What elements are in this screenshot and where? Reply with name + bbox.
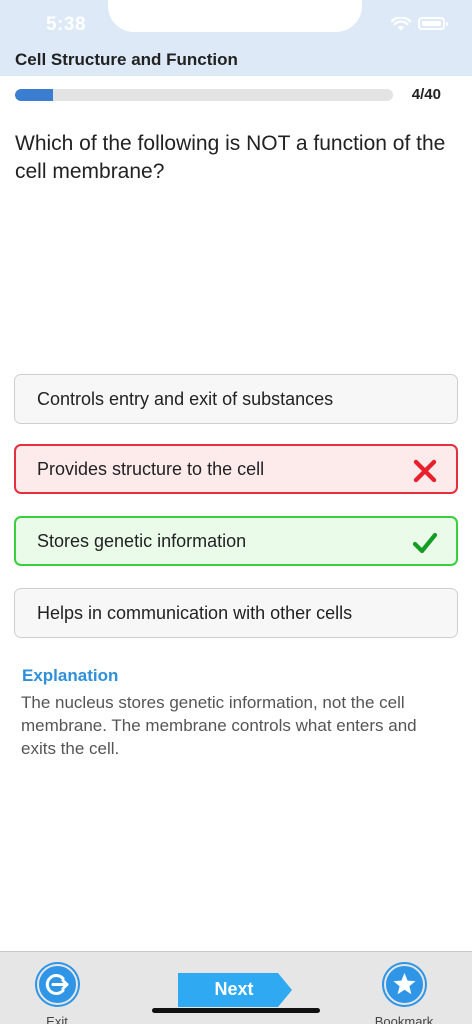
exit-label: Exit bbox=[46, 1014, 68, 1024]
answer-option-4[interactable]: Helps in communication with other cells bbox=[14, 588, 458, 638]
bottom-nav: Exit Next Bookmark bbox=[0, 951, 472, 1024]
exit-icon bbox=[37, 964, 78, 1005]
answer-option-label: Provides structure to the cell bbox=[37, 459, 265, 479]
page-title: Cell Structure and Function bbox=[15, 50, 238, 69]
answer-option-label: Stores genetic information bbox=[37, 531, 247, 551]
answer-option-2[interactable]: Provides structure to the cell bbox=[14, 444, 458, 494]
progress-bar bbox=[15, 89, 393, 101]
exit-button[interactable]: Exit bbox=[24, 960, 90, 1024]
progress-count: 4/40 bbox=[411, 86, 441, 103]
bookmark-label: Bookmark bbox=[374, 1014, 434, 1024]
status-time: 5:38 bbox=[46, 14, 87, 35]
next-button[interactable]: Next bbox=[178, 973, 292, 1007]
answer-option-3[interactable]: Stores genetic information bbox=[14, 516, 458, 566]
home-indicator bbox=[152, 1008, 320, 1013]
device-notch bbox=[108, 0, 362, 32]
question-text: Which of the following is NOT a function… bbox=[15, 132, 446, 183]
answer-option-1[interactable]: Controls entry and exit of substances bbox=[14, 374, 458, 424]
answer-option-label: Controls entry and exit of substances bbox=[37, 389, 334, 409]
wifi-icon bbox=[391, 17, 411, 31]
star-icon bbox=[384, 964, 425, 1005]
bookmark-button[interactable]: Bookmark bbox=[366, 960, 442, 1024]
status-bar: 5:38 bbox=[0, 0, 472, 46]
next-label: Next bbox=[214, 979, 254, 999]
progress-fill bbox=[15, 89, 53, 101]
answer-option-label: Helps in communication with other cells bbox=[37, 603, 353, 623]
battery-icon bbox=[418, 17, 448, 30]
cross-icon bbox=[413, 459, 437, 483]
header-area: 5:38 Cell Structure and Function bbox=[0, 0, 472, 76]
check-icon bbox=[412, 532, 438, 554]
explanation-text: The nucleus stores genetic information, … bbox=[21, 693, 417, 758]
explanation-heading: Explanation bbox=[22, 666, 119, 685]
